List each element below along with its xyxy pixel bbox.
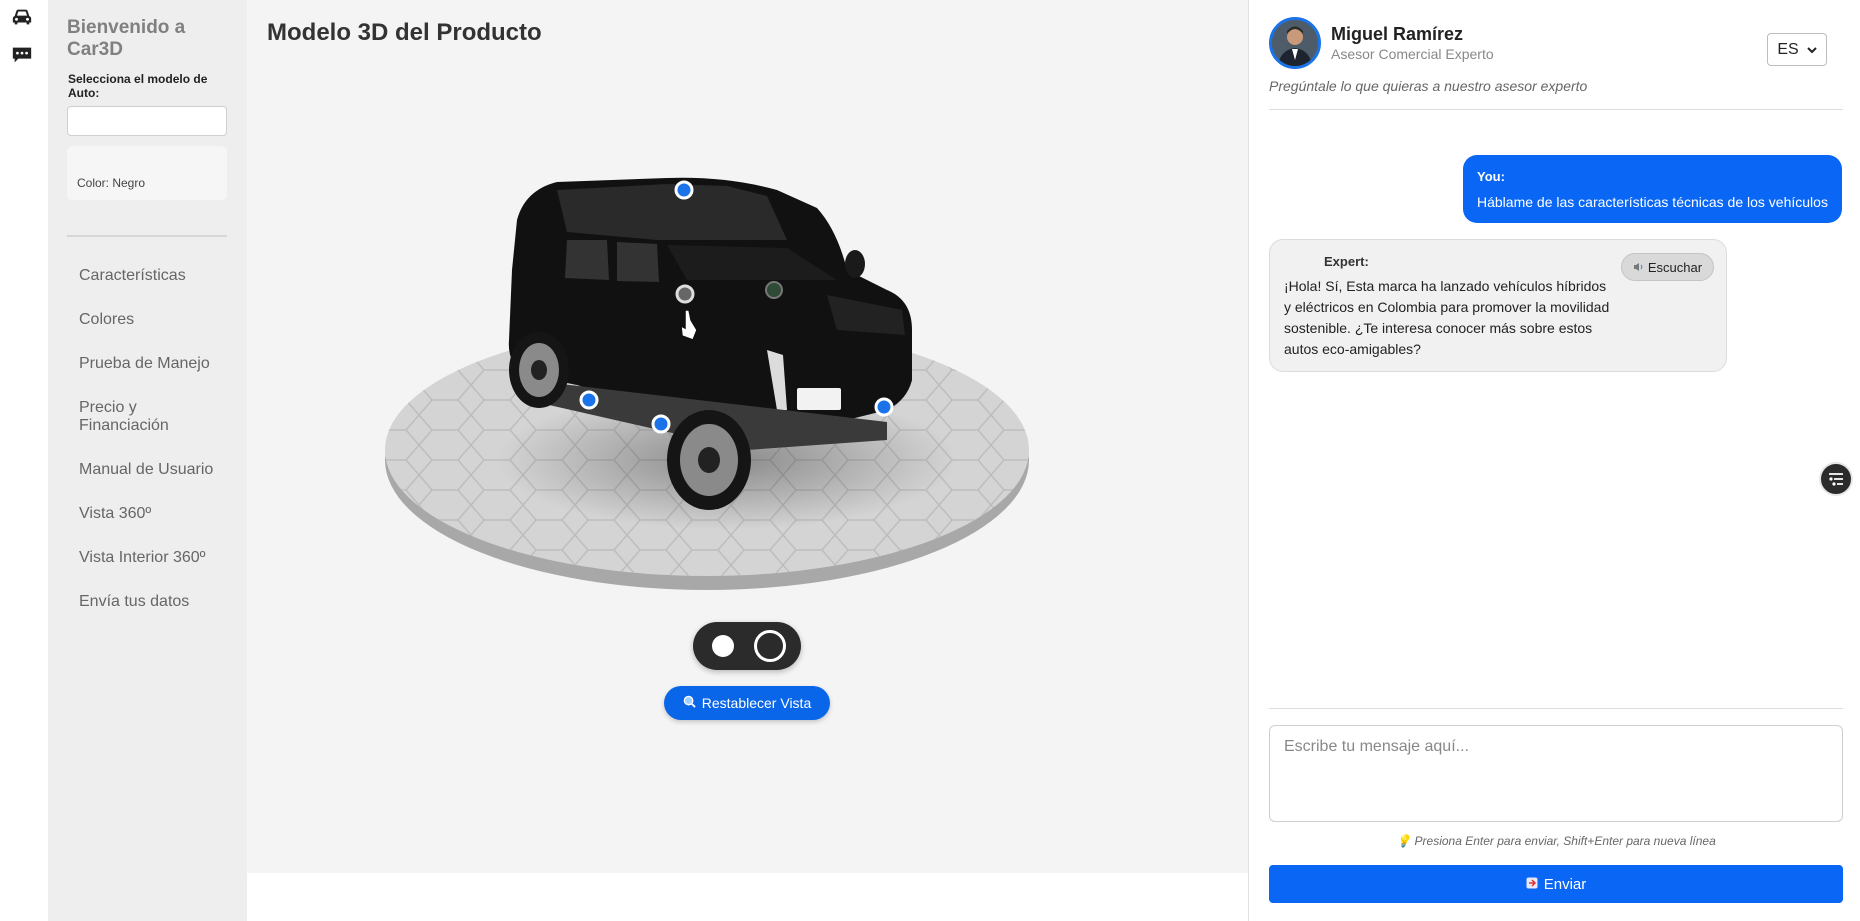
reset-view-button[interactable]: Restablecer Vista <box>664 686 830 720</box>
hotspot-wheel[interactable] <box>651 414 671 434</box>
car-icon[interactable] <box>10 6 34 28</box>
expert-message: Expert: ¡Hola! Sí, Esta marca ha lanzado… <box>1269 239 1727 372</box>
hotspot-mirror[interactable] <box>675 284 695 304</box>
reset-view-label: Restablecer Vista <box>701 695 812 711</box>
sidebar-nav: Características Colores Prueba de Manejo… <box>79 267 239 637</box>
chat-divider <box>1269 708 1843 709</box>
chevron-down-icon <box>1806 41 1817 59</box>
listen-button[interactable]: Escuchar <box>1621 253 1714 281</box>
light-mode-option[interactable] <box>712 635 734 657</box>
color-card: Color: Negro <box>67 146 227 200</box>
enter-hint-text: Presiona Enter para enviar, Shift+Enter … <box>1414 834 1716 848</box>
message-text: ¡Hola! Sí, Esta marca ha lanzado vehícul… <box>1284 278 1610 357</box>
send-label: Enviar <box>1543 875 1587 893</box>
sidebar: Bienvenido a Car3D Selecciona el modelo … <box>48 0 247 921</box>
model-input[interactable] <box>67 106 227 136</box>
enter-hint: 💡 Presiona Enter para enviar, Shift+Ente… <box>1269 834 1843 848</box>
hotspot-headlight[interactable] <box>874 397 894 417</box>
nav-manual-usuario[interactable]: Manual de Usuario <box>79 461 239 479</box>
avatar <box>1269 17 1321 69</box>
car-3d-canvas[interactable] <box>367 160 1047 600</box>
welcome-title: Bienvenido a Car3D <box>67 17 186 60</box>
advisor-role: Asesor Comercial Experto <box>1331 46 1494 62</box>
sidebar-divider <box>67 235 227 237</box>
theme-toggle[interactable] <box>693 622 801 670</box>
send-button[interactable]: Enviar <box>1269 865 1843 903</box>
nav-caracteristicas[interactable]: Características <box>79 267 239 285</box>
language-select[interactable]: ES <box>1767 33 1827 66</box>
user-message: You: Háblame de las características técn… <box>1463 155 1842 223</box>
hotspot-hood[interactable] <box>765 281 783 299</box>
model-select-label: Selecciona el modelo de Auto: <box>68 72 208 100</box>
nav-envia-datos[interactable]: Envía tus datos <box>79 593 239 611</box>
advisor-name: Miguel Ramírez <box>1331 24 1464 44</box>
car-render <box>385 177 1029 590</box>
viewer-footer-space <box>247 873 1248 921</box>
speaker-icon <box>1633 260 1644 275</box>
nav-colores[interactable]: Colores <box>79 311 239 329</box>
hotspot-roof[interactable] <box>674 180 694 200</box>
message-input[interactable] <box>1269 725 1843 822</box>
nav-vista-interior-360[interactable]: Vista Interior 360º <box>79 549 239 567</box>
chat-divider <box>1269 109 1843 110</box>
chat-icon[interactable] <box>10 44 34 66</box>
message-sender: You: <box>1477 169 1505 184</box>
color-label: Color: Negro <box>77 176 146 190</box>
lightbulb-icon: 💡 <box>1396 834 1412 848</box>
nav-prueba-de-manejo[interactable]: Prueba de Manejo <box>79 355 239 373</box>
product-viewer: Modelo 3D del Producto Restablecer Vista <box>247 0 1248 873</box>
chat-panel: Miguel Ramírez Asesor Comercial Experto … <box>1248 0 1860 921</box>
page-title: Modelo 3D del Producto <box>267 19 542 46</box>
dark-mode-option[interactable] <box>754 630 786 662</box>
options-toggle-icon[interactable] <box>1819 462 1853 496</box>
message-text: Háblame de las características técnicas … <box>1477 194 1828 210</box>
icon-rail <box>0 0 48 921</box>
language-value: ES <box>1777 40 1799 58</box>
hotspot-side[interactable] <box>579 390 599 410</box>
app-root: Bienvenido a Car3D Selecciona el modelo … <box>0 0 1860 921</box>
listen-label: Escuchar <box>1647 259 1703 275</box>
ask-hint: Pregúntale lo que quieras a nuestro ases… <box>1269 78 1588 94</box>
send-icon <box>1526 876 1538 893</box>
nav-precio-financiacion[interactable]: Precio y Financiación <box>79 399 209 435</box>
magnifier-icon <box>683 695 696 711</box>
nav-vista-360[interactable]: Vista 360º <box>79 505 239 523</box>
